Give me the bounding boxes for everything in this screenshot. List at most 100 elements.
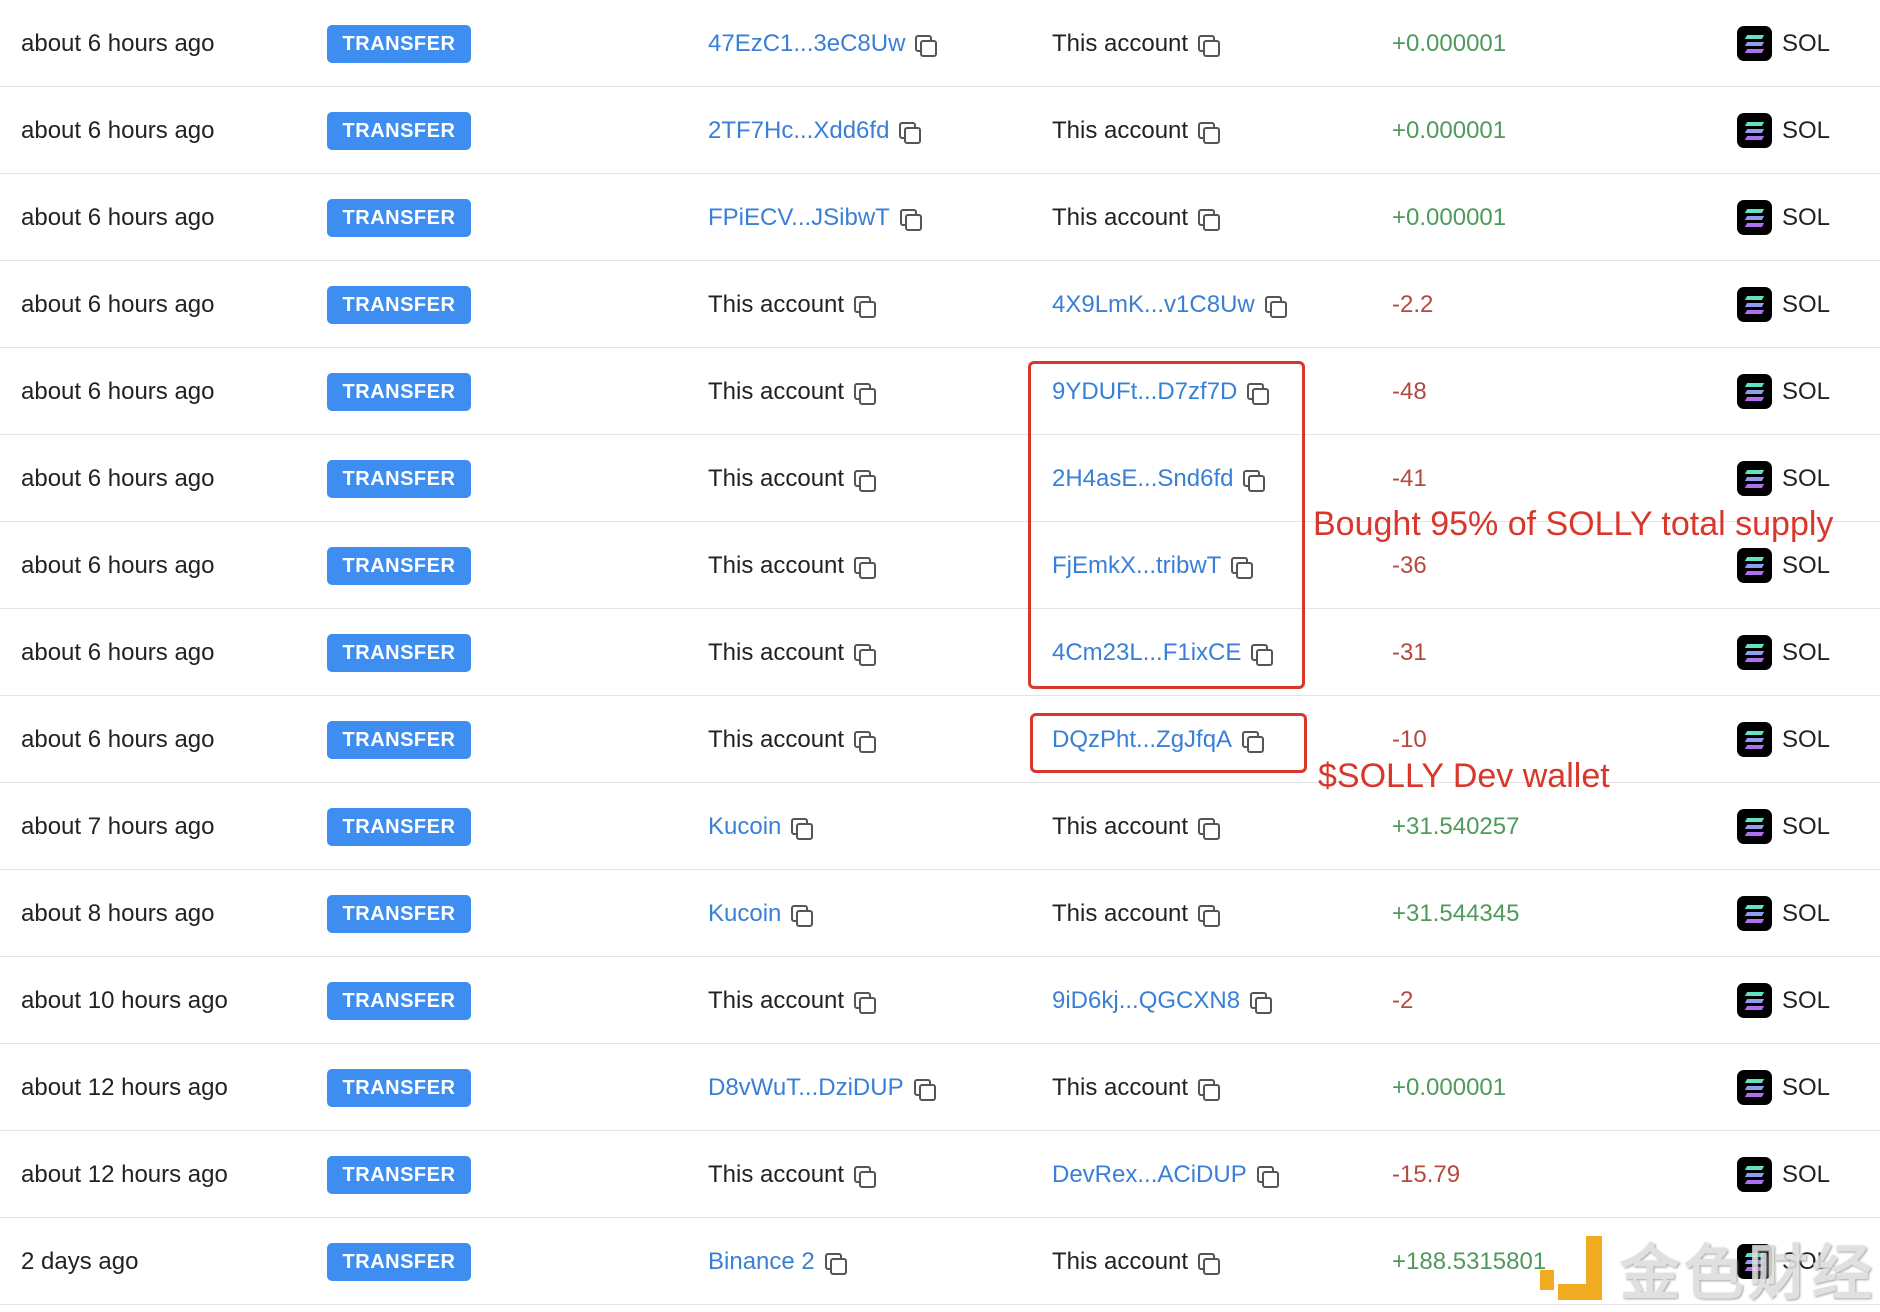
from-address-link[interactable]: FPiECV...JSibwT [708, 204, 890, 232]
transfer-badge: TRANSFER [327, 111, 471, 150]
table-row: about 6 hours ago TRANSFER 47EzC1...3eC8… [0, 0, 1880, 87]
copy-icon[interactable] [1198, 1078, 1221, 1101]
from-cell: Kucoin [708, 783, 814, 870]
amount-cell: -2 [1392, 986, 1414, 1014]
watermark-logo: 金色财经 [1540, 1225, 1876, 1312]
token-cell: SOL [1737, 1131, 1830, 1218]
solana-icon [1737, 896, 1772, 931]
type-cell: TRANSFER [327, 1131, 471, 1218]
amount-cell: +31.540257 [1392, 812, 1520, 840]
time-cell: about 8 hours ago [21, 899, 215, 927]
table-row: about 6 hours ago TRANSFER FPiECV...JSib… [0, 174, 1880, 261]
token-cell: SOL [1737, 174, 1830, 261]
copy-icon[interactable] [854, 730, 877, 753]
solana-icon [1737, 287, 1772, 322]
copy-icon[interactable] [854, 1165, 877, 1188]
copy-icon[interactable] [1198, 1252, 1221, 1275]
copy-icon[interactable] [824, 1252, 847, 1275]
token-symbol: SOL [1782, 638, 1831, 666]
time-cell: about 6 hours ago [21, 377, 215, 405]
from-address-link[interactable]: Kucoin [708, 813, 781, 841]
copy-icon[interactable] [899, 208, 922, 231]
token-symbol: SOL [1782, 464, 1831, 492]
token-cell: SOL [1737, 696, 1830, 783]
copy-icon[interactable] [913, 1078, 936, 1101]
from-address-link[interactable]: 47EzC1...3eC8Uw [708, 30, 905, 58]
table-row: about 12 hours ago TRANSFER D8vWuT...Dzi… [0, 1044, 1880, 1131]
from-cell: This account [708, 348, 877, 435]
to-address: This account [1052, 1073, 1189, 1101]
copy-icon[interactable] [1198, 208, 1221, 231]
copy-icon[interactable] [854, 469, 877, 492]
type-cell: TRANSFER [327, 87, 471, 174]
copy-icon[interactable] [791, 817, 814, 840]
token-cell: SOL [1737, 0, 1830, 87]
from-address-link[interactable]: D8vWuT...DziDUP [708, 1074, 904, 1102]
from-cell: This account [708, 435, 877, 522]
to-address-link[interactable]: 4X9LmK...v1C8Uw [1052, 291, 1255, 319]
from-address: This account [708, 377, 845, 405]
amount-cell: +31.544345 [1392, 899, 1520, 927]
transfer-badge: TRANSFER [327, 720, 471, 759]
table-row: about 7 hours ago TRANSFER Kucoin This a… [0, 783, 1880, 870]
from-cell: This account [708, 609, 877, 696]
copy-icon[interactable] [1256, 1165, 1279, 1188]
solana-icon [1737, 374, 1772, 409]
copy-icon[interactable] [1198, 817, 1221, 840]
copy-icon[interactable] [1264, 295, 1287, 318]
to-cell: This account [1052, 870, 1221, 957]
to-cell: 4X9LmK...v1C8Uw [1052, 261, 1287, 348]
from-cell: D8vWuT...DziDUP [708, 1044, 936, 1131]
from-address-link[interactable]: Binance 2 [708, 1248, 815, 1276]
type-cell: TRANSFER [327, 870, 471, 957]
copy-icon[interactable] [791, 904, 814, 927]
solana-icon [1737, 1070, 1772, 1105]
copy-icon[interactable] [854, 295, 877, 318]
copy-icon[interactable] [854, 991, 877, 1014]
from-cell: 2TF7Hc...Xdd6fd [708, 87, 922, 174]
copy-icon[interactable] [854, 643, 877, 666]
solana-icon [1737, 1157, 1772, 1192]
to-address-link[interactable]: 9iD6kj...QGCXN8 [1052, 987, 1240, 1015]
token-symbol: SOL [1782, 290, 1831, 318]
highlight-box-buyers [1028, 361, 1305, 689]
from-address-link[interactable]: 2TF7Hc...Xdd6fd [708, 117, 889, 145]
copy-icon[interactable] [915, 34, 938, 57]
transfer-badge: TRANSFER [327, 981, 471, 1020]
copy-icon[interactable] [1198, 34, 1221, 57]
token-cell: SOL [1737, 261, 1830, 348]
copy-icon[interactable] [854, 382, 877, 405]
amount-cell: -2.2 [1392, 290, 1434, 318]
from-cell: This account [708, 522, 877, 609]
to-address-link[interactable]: DevRex...ACiDUP [1052, 1161, 1247, 1189]
copy-icon[interactable] [1250, 991, 1273, 1014]
solana-icon [1737, 548, 1772, 583]
copy-icon[interactable] [854, 556, 877, 579]
type-cell: TRANSFER [327, 261, 471, 348]
copy-icon[interactable] [899, 121, 922, 144]
time-cell: about 6 hours ago [21, 725, 215, 753]
token-cell: SOL [1737, 783, 1830, 870]
from-cell: FPiECV...JSibwT [708, 174, 922, 261]
table-row: about 10 hours ago TRANSFER This account… [0, 957, 1880, 1044]
amount-cell: -31 [1392, 638, 1427, 666]
to-address: This account [1052, 116, 1189, 144]
from-cell: 47EzC1...3eC8Uw [708, 0, 938, 87]
transfer-badge: TRANSFER [327, 894, 471, 933]
token-cell: SOL [1737, 87, 1830, 174]
from-address-link[interactable]: Kucoin [708, 900, 781, 928]
transfer-badge: TRANSFER [327, 546, 471, 585]
from-cell: This account [708, 261, 877, 348]
solana-icon [1737, 200, 1772, 235]
solana-icon [1737, 26, 1772, 61]
transfer-badge: TRANSFER [327, 198, 471, 237]
copy-icon[interactable] [1198, 904, 1221, 927]
copy-icon[interactable] [1198, 121, 1221, 144]
table-row: about 6 hours ago TRANSFER 2TF7Hc...Xdd6… [0, 87, 1880, 174]
time-cell: about 12 hours ago [21, 1073, 228, 1101]
table-row: about 6 hours ago TRANSFER This account … [0, 261, 1880, 348]
transfer-badge: TRANSFER [327, 1242, 471, 1281]
annotation-bought-supply: Bought 95% of SOLLY total supply [1313, 505, 1834, 543]
to-cell: This account [1052, 0, 1221, 87]
token-symbol: SOL [1782, 116, 1831, 144]
